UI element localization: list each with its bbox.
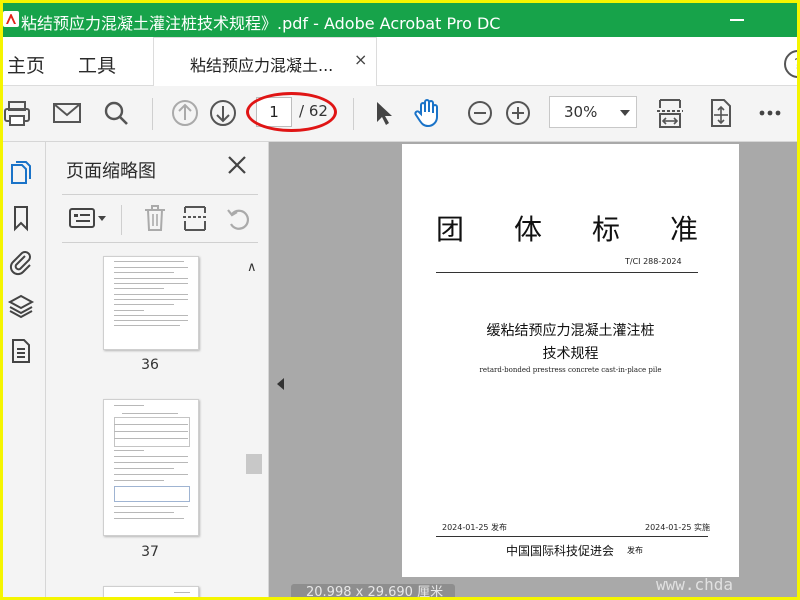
- pages-icon: [11, 161, 31, 184]
- tab-document[interactable]: 粘结预应力混凝土... ×: [153, 37, 377, 86]
- document-viewer[interactable]: 团 体 标 准 T/CI 288-2024 缓粘结预应力混凝土灌注桩 技术规程 …: [269, 142, 797, 597]
- toolbar-divider: [152, 98, 153, 130]
- toolbar-divider: [353, 98, 354, 130]
- select-tool-button[interactable]: [366, 96, 400, 130]
- previous-page-button[interactable]: [168, 96, 202, 130]
- page-number-input[interactable]: 1: [256, 97, 292, 127]
- thumbnail-scrollbar[interactable]: ∧: [244, 258, 262, 597]
- toolbar: 1 / 62 30%: [3, 86, 797, 142]
- rotate-page-button[interactable]: [224, 204, 252, 232]
- toolbar-divider: [121, 205, 122, 235]
- publisher: 中国国际科技促进会: [506, 544, 615, 558]
- acrobat-logo-icon: [3, 11, 19, 27]
- publish-date: 2024-01-25 发布: [442, 523, 508, 532]
- bookmarks-button[interactable]: [7, 204, 35, 232]
- layers-icon: [7, 294, 35, 319]
- attachment-icon: [9, 251, 31, 276]
- attachments-button[interactable]: [7, 248, 35, 276]
- standard-title: 团 体 标 准: [436, 208, 698, 248]
- document-icon: [12, 339, 30, 363]
- page-thumbnail-36[interactable]: [103, 256, 199, 350]
- layers-button[interactable]: [7, 292, 35, 320]
- bottom-rule: [436, 536, 708, 537]
- thumbnail-page-number: 37: [141, 544, 159, 560]
- hand-icon: [414, 99, 438, 128]
- fit-width-icon: [657, 99, 683, 128]
- document-properties-button[interactable]: [7, 337, 35, 365]
- tab-tools[interactable]: 工具: [78, 51, 116, 78]
- document-name-line2: 技术规程: [542, 346, 599, 362]
- close-icon: [228, 156, 246, 174]
- panel-divider: [62, 242, 258, 243]
- page-thumbnail-38[interactable]: [103, 586, 199, 597]
- document-name-line1: 缓粘结预应力混凝土灌注桩: [486, 323, 655, 339]
- hand-tool-button[interactable]: [411, 96, 445, 130]
- tab-bar: 主页 工具 粘结预应力混凝土... × ?: [3, 37, 797, 86]
- page-thumbnails-button[interactable]: [7, 159, 35, 187]
- next-page-button[interactable]: [206, 96, 240, 130]
- left-navigation-rail: [3, 142, 46, 597]
- zoom-in-icon: [506, 101, 530, 125]
- collapse-panel-arrow-icon[interactable]: [277, 378, 284, 390]
- close-tab-button[interactable]: ×: [354, 50, 367, 69]
- print-icon: [4, 101, 30, 126]
- thumbnail-page-number: 36: [141, 357, 159, 373]
- help-button[interactable]: ?: [784, 50, 797, 78]
- standard-title-char: 标: [591, 213, 620, 246]
- standard-title-char: 准: [669, 213, 698, 246]
- page-up-icon: [172, 100, 198, 126]
- zoom-out-icon: [468, 101, 492, 125]
- panel-divider: [62, 194, 258, 195]
- mail-icon: [53, 103, 81, 123]
- cursor-icon: [377, 102, 392, 125]
- title-bar: 粘结预应力混凝土灌注桩技术规程》.pdf - Adobe Acrobat Pro…: [3, 3, 797, 37]
- standard-title-char: 体: [513, 213, 542, 246]
- title-rule: [436, 272, 698, 273]
- pdf-page: 团 体 标 准 T/CI 288-2024 缓粘结预应力混凝土灌注桩 技术规程 …: [402, 144, 739, 577]
- scroll-up-icon[interactable]: ∧: [247, 260, 257, 275]
- options-icon: [69, 208, 106, 228]
- page-down-icon: [210, 100, 236, 126]
- panel-title: 页面缩略图: [66, 161, 156, 182]
- delete-page-button[interactable]: [141, 204, 169, 232]
- zoom-select[interactable]: 30%: [549, 96, 637, 128]
- search-icon: [104, 101, 128, 125]
- crop-pages-icon: [183, 206, 207, 231]
- window-title: 粘结预应力混凝土灌注桩技术规程》.pdf - Adobe Acrobat Pro…: [21, 14, 501, 33]
- implement-date: 2024-01-25 实施: [645, 523, 711, 532]
- rotate-icon: [227, 209, 250, 230]
- standard-title-char: 团: [436, 213, 465, 246]
- chevron-down-icon: [620, 110, 630, 116]
- acrobat-window: 粘结预应力混凝土灌注桩技术规程》.pdf - Adobe Acrobat Pro…: [3, 3, 797, 597]
- fit-page-icon: [711, 99, 731, 127]
- scrollbar-thumb[interactable]: [246, 454, 262, 474]
- thumbnail-panel: 页面缩略图 36 37 ∧: [46, 142, 269, 597]
- zoom-out-button[interactable]: [463, 96, 497, 130]
- zoom-in-button[interactable]: [501, 96, 535, 130]
- zoom-value: 30%: [564, 103, 598, 121]
- fit-width-button[interactable]: [653, 96, 687, 130]
- minimize-button[interactable]: [730, 19, 744, 21]
- page-total-label: / 62: [299, 102, 328, 120]
- search-button[interactable]: [99, 96, 133, 130]
- more-icon: [759, 110, 781, 116]
- thumbnail-options-button[interactable]: [68, 204, 108, 232]
- trash-icon: [145, 205, 165, 231]
- print-button[interactable]: [3, 96, 34, 130]
- page-size-label: 20.998 x 29.690 厘米: [291, 584, 455, 597]
- bookmark-icon: [14, 206, 28, 232]
- standard-code: T/CI 288-2024: [625, 257, 682, 266]
- more-tools-button[interactable]: [753, 96, 787, 130]
- fit-page-button[interactable]: [703, 96, 737, 130]
- tab-home[interactable]: 主页: [7, 51, 45, 78]
- document-tab-label: 粘结预应力混凝土...: [190, 56, 334, 75]
- crop-pages-button[interactable]: [181, 204, 209, 232]
- publisher-suffix: 发布: [627, 546, 643, 555]
- english-name: retard-bonded prestress concrete cast-in…: [479, 366, 662, 374]
- watermark: www.chda: [656, 575, 734, 594]
- email-button[interactable]: [50, 96, 84, 130]
- page-thumbnail-37[interactable]: [103, 399, 199, 536]
- close-panel-button[interactable]: [224, 152, 250, 178]
